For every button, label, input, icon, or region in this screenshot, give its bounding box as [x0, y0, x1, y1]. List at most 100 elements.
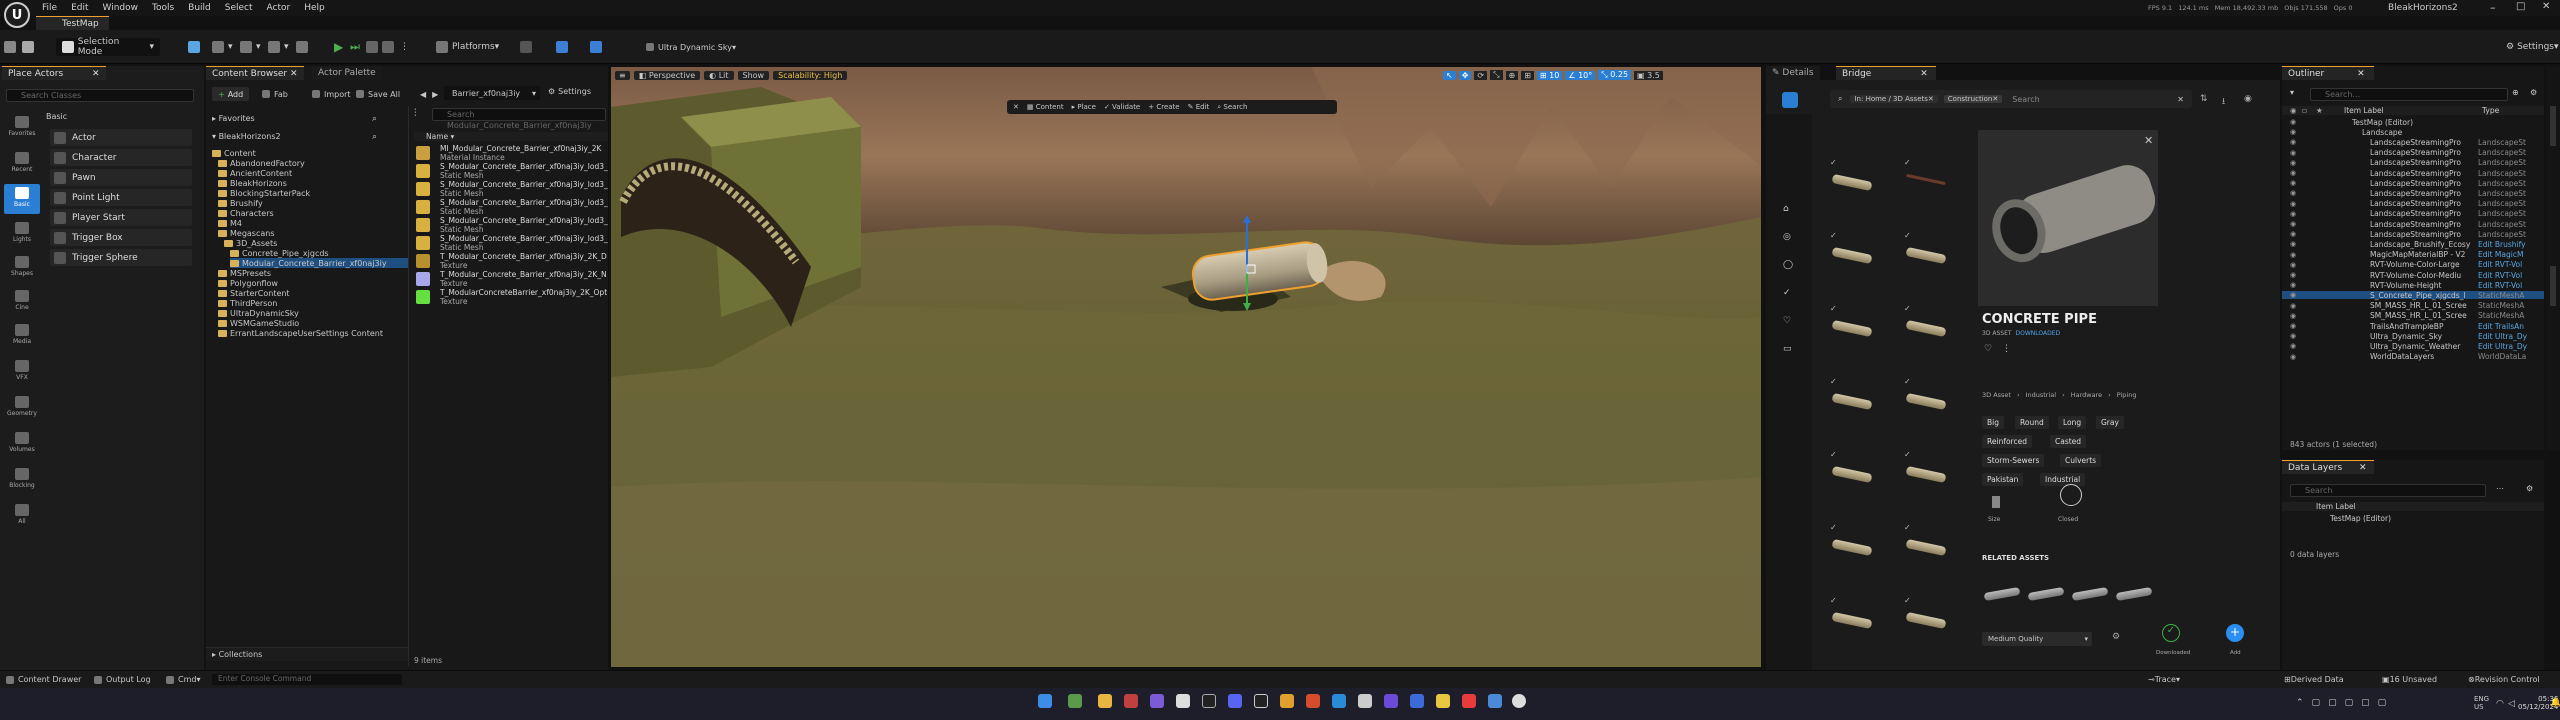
tag-chip[interactable]: Long	[2058, 416, 2087, 429]
visibility-icon[interactable]: ◉	[2290, 302, 2296, 310]
favorite-icon[interactable]: ♡	[1984, 344, 1992, 354]
tag-chip[interactable]: Big	[1982, 416, 2004, 429]
outliner-row[interactable]: ◉ LandscapeStreamingPro LandscapeSt	[2282, 230, 2544, 239]
pause-button[interactable]	[366, 38, 382, 56]
folder-item[interactable]: UltraDynamicSky	[218, 308, 299, 318]
tag-chip[interactable]: Pakistan	[1982, 473, 2024, 486]
details-side-tab[interactable]	[2550, 266, 2556, 306]
asset-search[interactable]: Search Modular_Concrete_Barrier_xf0naj3i…	[432, 108, 606, 130]
category-path-4[interactable]: Piping	[2117, 391, 2137, 399]
folder-item[interactable]: Content	[212, 148, 256, 158]
language-indicator[interactable]: ENG US	[2474, 695, 2489, 711]
float-content[interactable]: ▦ Content	[1027, 103, 1064, 111]
back-icon[interactable]: ◀	[420, 90, 426, 99]
outliner-settings-icon[interactable]: ⚙	[2530, 88, 2537, 97]
favorites-search-icon[interactable]: ⌕	[372, 114, 377, 124]
bridge-asset-thumbnail[interactable]: ✓	[1822, 371, 1882, 433]
visibility-icon[interactable]: ◉	[2290, 281, 2296, 289]
taskbar-app-17-icon[interactable]	[1488, 694, 1502, 708]
grid-snap-button[interactable]: ⊞ 10	[1536, 70, 1563, 80]
scale-snap-button[interactable]: ⤡ 0.25	[1598, 70, 1632, 80]
camera-speed-button[interactable]: ▣ 3.5	[1634, 70, 1663, 80]
outliner-row[interactable]: ◉ SM_MASS_HR_L_01_Scree StaticMeshA	[2282, 301, 2544, 310]
category-path-1[interactable]: 3D Asset	[1982, 391, 2011, 399]
globe-icon[interactable]: ◎	[1783, 232, 1791, 242]
discord-icon[interactable]	[1228, 694, 1242, 708]
outliner-row[interactable]: ◉ LandscapeStreamingPro LandscapeSt	[2282, 189, 2544, 198]
favorites-section[interactable]: ▸ Favorites	[212, 114, 255, 123]
actor-item-trigger-box[interactable]: Trigger Box	[50, 229, 192, 246]
visibility-icon[interactable]: ◉	[2290, 210, 2296, 218]
collections-section[interactable]: ▸ Collections	[206, 647, 408, 661]
related-asset-thumbnail[interactable]	[2070, 574, 2110, 614]
blueprint-icon[interactable]: ▾	[240, 38, 261, 56]
asset-item[interactable]: T_Modular_Concrete_Barrier_xf0naj3iy_2K_…	[414, 252, 610, 270]
place-actors-tab[interactable]: Place Actors ✕	[2, 66, 106, 80]
content-browser-tab[interactable]: Content Browser ✕	[206, 66, 304, 80]
level-viewport[interactable]: ≡ ◧ Perspective ◐ Lit Show Scalability: …	[610, 66, 1762, 668]
menu-select[interactable]: Select	[225, 3, 253, 13]
derived-data-button[interactable]: ⊞ Derived Data	[2284, 675, 2344, 684]
name-column-header[interactable]: Name ▾	[414, 132, 608, 141]
unreal-taskbar-icon[interactable]	[1512, 694, 1526, 708]
folder-item[interactable]: MSPresets	[218, 268, 271, 278]
bridge-asset-thumbnail[interactable]: ✓	[1822, 444, 1882, 506]
outliner-row[interactable]: ◉ LandscapeStreamingPro LandscapeSt	[2282, 209, 2544, 218]
bridge-asset-thumbnail[interactable]: ✓	[1896, 225, 1956, 287]
home-icon[interactable]: ⌂	[1783, 204, 1789, 214]
asset-item[interactable]: T_Modular_Concrete_Barrier_xf0naj3iy_2K_…	[414, 270, 610, 288]
data-layers-header[interactable]: Item Label	[2282, 502, 2544, 511]
category-all[interactable]: All	[4, 504, 40, 525]
bridge-logo-icon[interactable]	[1782, 92, 1798, 108]
folder-item[interactable]: Brushify	[218, 198, 263, 208]
folder-item[interactable]: AbandonedFactory	[218, 158, 305, 168]
outliner-row[interactable]: ◉ RVT-Volume-Color-Mediu Edit RVT-Vol	[2282, 271, 2544, 280]
category-media[interactable]: Media	[4, 324, 40, 345]
taskbar-app-10-icon[interactable]	[1306, 694, 1320, 708]
category-geometry[interactable]: Geometry	[4, 396, 40, 417]
visibility-icon[interactable]: ◉	[2290, 220, 2296, 228]
float-create[interactable]: + Create	[1148, 103, 1179, 111]
marketplace-icon[interactable]	[556, 38, 572, 56]
chevron-up-icon[interactable]: ⌃	[2296, 698, 2304, 708]
edge-icon[interactable]	[1332, 694, 1346, 708]
wifi-icon[interactable]: ◠	[2496, 699, 2504, 709]
related-asset-thumbnail[interactable]	[2026, 574, 2066, 614]
outliner-label-header[interactable]: Item Label	[2344, 106, 2384, 115]
category-path-2[interactable]: Industrial	[2026, 391, 2057, 399]
stop-button[interactable]	[382, 38, 398, 56]
play-options-icon[interactable]	[296, 38, 312, 56]
taskbar-app-8-icon[interactable]	[1254, 694, 1268, 708]
download-icon[interactable]: ⭳	[2222, 94, 2225, 110]
tray-icon-2[interactable]: ▢	[2328, 698, 2337, 708]
show-button[interactable]: Show	[737, 70, 770, 80]
floating-close-icon[interactable]: ✕	[1013, 103, 1019, 111]
outliner-row[interactable]: ◉ S_Concrete_Pipe_xjgcds_l StaticMeshA	[2282, 291, 2544, 300]
sort-icon[interactable]: ⇅	[2200, 94, 2208, 104]
tag-chip[interactable]: Gray	[2096, 416, 2124, 429]
bridge-asset-thumbnail[interactable]: ✓	[1896, 298, 1956, 360]
outliner-row[interactable]: ◉ LandscapeStreamingPro LandscapeSt	[2282, 169, 2544, 178]
actor-item-player-start[interactable]: Player Start	[50, 209, 192, 226]
category-shapes[interactable]: Shapes	[4, 256, 40, 277]
tag-chip[interactable]: Storm-Sewers	[1982, 454, 2045, 467]
menu-actor[interactable]: Actor	[267, 3, 291, 13]
save-icon[interactable]	[4, 38, 20, 56]
select-mode-icon[interactable]: ↖	[1443, 70, 1456, 80]
visibility-icon[interactable]: ◉	[2290, 322, 2296, 330]
category-path-3[interactable]: Hardware	[2071, 391, 2102, 399]
actor-item-actor[interactable]: Actor	[50, 129, 192, 146]
outliner-row[interactable]: ◉ LandscapeStreamingPro LandscapeSt	[2282, 220, 2544, 229]
outliner-row[interactable]: ◉ LandscapeStreamingPro LandscapeSt	[2282, 158, 2544, 167]
trace-button[interactable]: ⊸ Trace ▾	[2148, 675, 2180, 684]
asset-item[interactable]: S_Modular_Concrete_Barrier_xf0naj3iy_lod…	[414, 180, 610, 198]
tray-icon-4[interactable]: ▢	[2361, 698, 2370, 708]
angle-snap-button[interactable]: ∠ 10°	[1565, 70, 1596, 80]
visibility-icon[interactable]: ◉	[2290, 291, 2296, 299]
folder-item[interactable]: Megascans	[218, 228, 275, 238]
related-asset-thumbnail[interactable]	[2114, 574, 2154, 614]
taskbar-app-9-icon[interactable]	[1280, 694, 1294, 708]
asset-item[interactable]: S_Modular_Concrete_Barrier_xf0naj3iy_lod…	[414, 234, 610, 252]
minimize-icon[interactable]: –	[2490, 1, 2496, 14]
tray-icon-1[interactable]: ▢	[2312, 698, 2321, 708]
